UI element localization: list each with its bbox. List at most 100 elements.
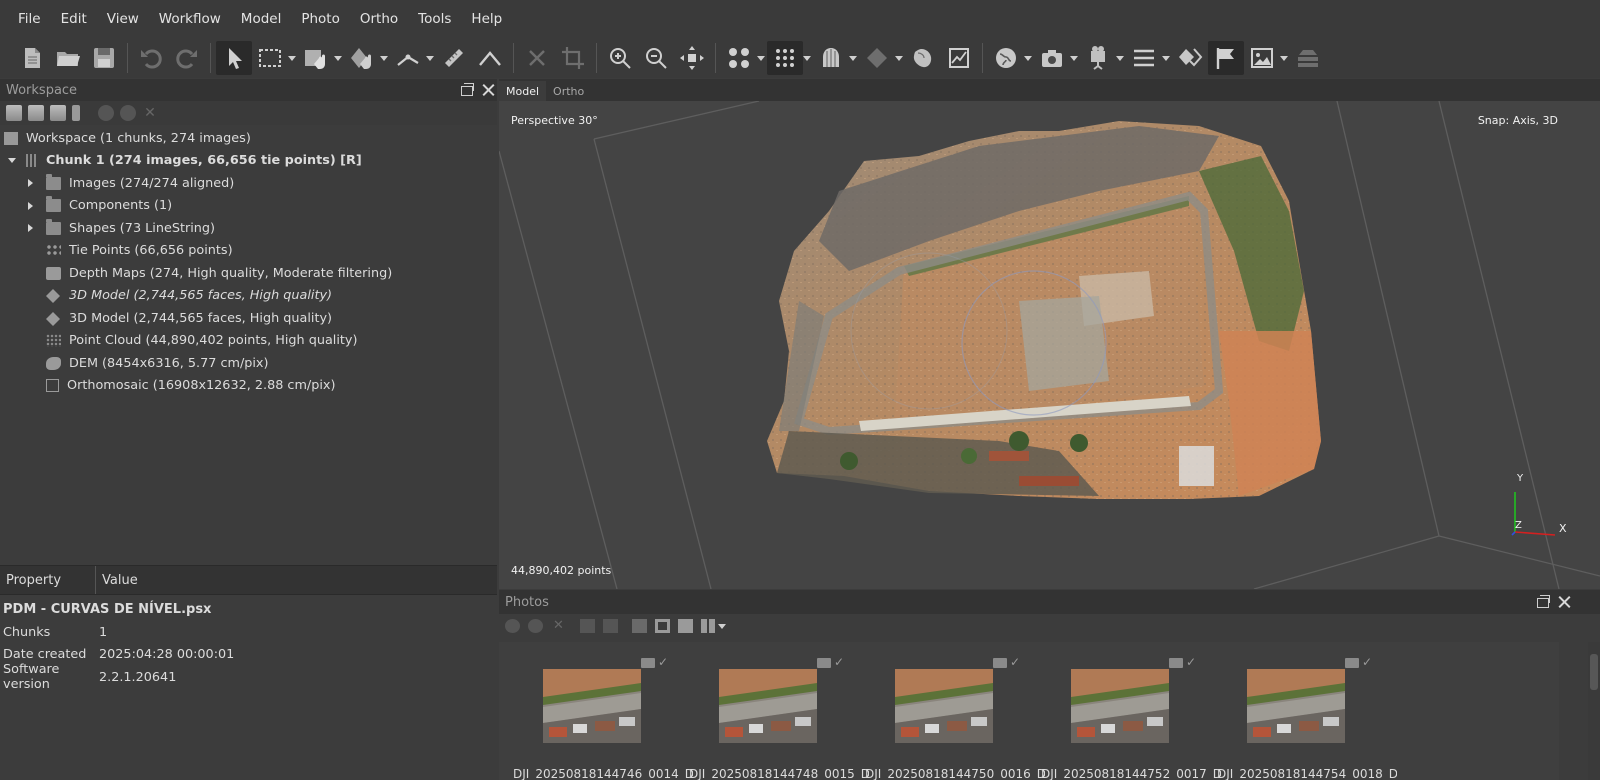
- show-shapes-icon[interactable]: [1126, 41, 1162, 75]
- close-icon[interactable]: [1556, 594, 1572, 610]
- menu-view[interactable]: View: [97, 11, 149, 27]
- enable-icon[interactable]: [98, 105, 114, 121]
- tree-item-point-cloud[interactable]: Point Cloud (44,890,402 points, High qua…: [0, 330, 497, 353]
- save-icon[interactable]: [86, 41, 122, 75]
- crop-selection-icon[interactable]: [555, 41, 591, 75]
- disable-icon[interactable]: [120, 105, 136, 121]
- menu-ortho[interactable]: Ortho: [350, 11, 408, 27]
- photo-image[interactable]: [1071, 669, 1169, 743]
- views-icon[interactable]: [678, 619, 693, 633]
- float-panel-icon[interactable]: [458, 82, 474, 98]
- thumbnails-icon[interactable]: [701, 619, 716, 633]
- undo-icon[interactable]: [133, 41, 169, 75]
- zoom-in-icon[interactable]: [602, 41, 638, 75]
- show-tiled-model-icon[interactable]: [905, 41, 941, 75]
- photos-scrollbar[interactable]: [1588, 642, 1600, 780]
- mask-icon[interactable]: [655, 619, 670, 633]
- close-icon[interactable]: [480, 82, 496, 98]
- ruler-icon[interactable]: [436, 41, 472, 75]
- angle-icon[interactable]: [472, 41, 508, 75]
- menu-workflow[interactable]: Workflow: [149, 11, 231, 27]
- enable-cameras-icon[interactable]: [505, 619, 520, 633]
- show-globe-icon[interactable]: [988, 41, 1024, 75]
- scrollbar-handle[interactable]: [1590, 654, 1598, 690]
- show-dem-icon[interactable]: [941, 41, 977, 75]
- tree-item-3d-model[interactable]: 3D Model (2,744,565 faces, High quality): [0, 307, 497, 330]
- chevron-down-icon[interactable]: [757, 41, 767, 75]
- menu-file[interactable]: File: [8, 11, 51, 27]
- chevron-down-icon[interactable]: [6, 155, 18, 167]
- chevron-down-icon[interactable]: [426, 41, 436, 75]
- menu-model[interactable]: Model: [231, 11, 292, 27]
- float-panel-icon[interactable]: [1534, 594, 1550, 610]
- show-model-icon[interactable]: [813, 41, 849, 75]
- add-marker-icon[interactable]: [72, 105, 80, 121]
- new-document-icon[interactable]: [14, 41, 50, 75]
- show-mesh-icon[interactable]: [859, 41, 895, 75]
- chevron-down-icon[interactable]: [1070, 41, 1080, 75]
- chevron-down-icon[interactable]: [1024, 41, 1034, 75]
- tree-item-dem[interactable]: DEM (8454x6316, 5.77 cm/pix): [0, 352, 497, 375]
- chevron-down-icon[interactable]: [718, 623, 726, 629]
- rotate-right-icon[interactable]: [603, 619, 618, 633]
- ruler-polyline-icon[interactable]: [390, 41, 426, 75]
- chevron-down-icon[interactable]: [1280, 41, 1290, 75]
- chevron-right-icon[interactable]: [24, 177, 36, 189]
- tree-item-chunk[interactable]: Chunk 1 (274 images, 66,656 tie points) …: [0, 150, 497, 173]
- show-regions-icon[interactable]: [1290, 41, 1326, 75]
- menu-edit[interactable]: Edit: [51, 11, 97, 27]
- photo-image[interactable]: [895, 669, 993, 743]
- chevron-down-icon[interactable]: [803, 41, 813, 75]
- camera-icon[interactable]: [1080, 41, 1116, 75]
- shape-draw-icon[interactable]: [298, 41, 334, 75]
- chevron-down-icon[interactable]: [1116, 41, 1126, 75]
- tab-model[interactable]: Model: [499, 81, 547, 101]
- filter-images-icon[interactable]: [632, 619, 647, 633]
- chevron-down-icon[interactable]: [380, 41, 390, 75]
- delete-selection-icon[interactable]: [519, 41, 555, 75]
- capture-view-icon[interactable]: [1034, 41, 1070, 75]
- chevron-down-icon[interactable]: [288, 41, 298, 75]
- add-chunk-icon[interactable]: [6, 105, 22, 121]
- chevron-down-icon[interactable]: [1162, 41, 1172, 75]
- value-column-header[interactable]: Value: [96, 566, 138, 594]
- tree-item-3d-model-inactive[interactable]: 3D Model (2,744,565 faces, High quality): [0, 285, 497, 308]
- show-points-icon[interactable]: [767, 41, 803, 75]
- show-markers-icon[interactable]: [1208, 41, 1244, 75]
- property-column-header[interactable]: Property: [0, 566, 96, 594]
- chevron-down-icon[interactable]: [895, 41, 905, 75]
- tab-ortho[interactable]: Ortho: [546, 81, 591, 101]
- add-folder-icon[interactable]: [50, 105, 66, 121]
- tree-item-workspace[interactable]: Workspace (1 chunks, 274 images): [0, 127, 497, 150]
- chevron-down-icon[interactable]: [849, 41, 859, 75]
- tree-item-orthomosaic[interactable]: Orthomosaic (16908x12632, 2.88 cm/pix): [0, 375, 497, 398]
- photo-image[interactable]: [543, 669, 641, 743]
- remove-icon[interactable]: ✕: [142, 105, 158, 121]
- show-orthomosaic-icon[interactable]: [1244, 41, 1280, 75]
- rotate-left-icon[interactable]: [580, 619, 595, 633]
- redo-icon[interactable]: [169, 41, 205, 75]
- open-folder-icon[interactable]: [50, 41, 86, 75]
- scene-canvas[interactable]: [499, 101, 1600, 589]
- chevron-right-icon[interactable]: [24, 222, 36, 234]
- reset-view-icon[interactable]: [674, 41, 710, 75]
- chevron-down-icon[interactable]: [334, 41, 344, 75]
- menu-photo[interactable]: Photo: [291, 11, 350, 27]
- tree-item-tie-points[interactable]: Tie Points (66,656 points): [0, 240, 497, 263]
- disable-cameras-icon[interactable]: [528, 619, 543, 633]
- rectangle-selection-icon[interactable]: [252, 41, 288, 75]
- tree-item-components[interactable]: Components (1): [0, 195, 497, 218]
- menu-help[interactable]: Help: [461, 11, 512, 27]
- model-viewport[interactable]: Perspective 30° Snap: Axis, 3D 44,890,40…: [499, 101, 1600, 589]
- zoom-out-icon[interactable]: [638, 41, 674, 75]
- menu-tools[interactable]: Tools: [408, 11, 461, 27]
- photo-image[interactable]: [1247, 669, 1345, 743]
- remove-cameras-icon[interactable]: ✕: [551, 619, 566, 633]
- model-rotate-icon[interactable]: [344, 41, 380, 75]
- show-cameras-icon[interactable]: [721, 41, 757, 75]
- navigation-arrow-icon[interactable]: [216, 41, 252, 75]
- show-layers-icon[interactable]: [1172, 41, 1208, 75]
- add-photos-icon[interactable]: [28, 105, 44, 121]
- chevron-right-icon[interactable]: [24, 200, 36, 212]
- photo-image[interactable]: [719, 669, 817, 743]
